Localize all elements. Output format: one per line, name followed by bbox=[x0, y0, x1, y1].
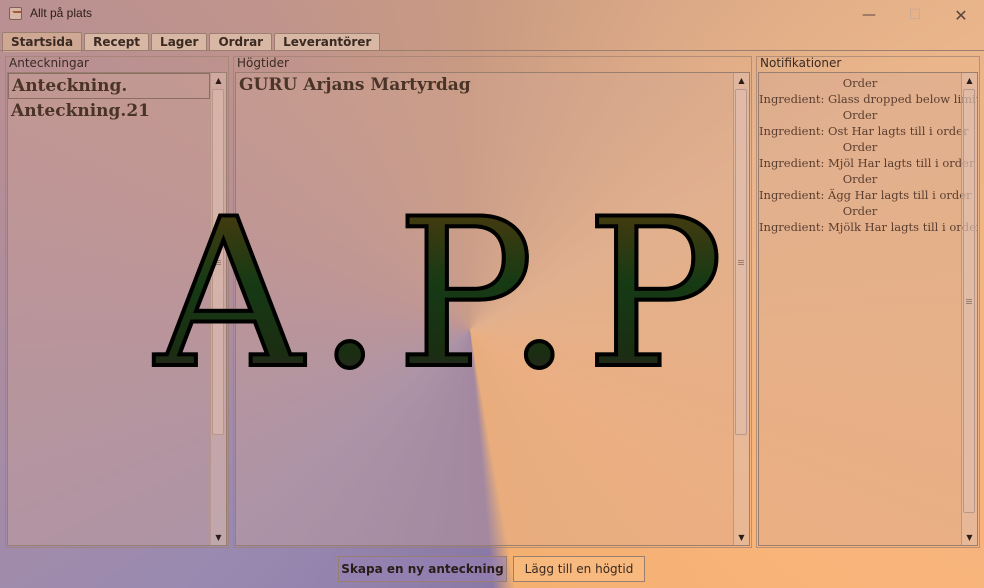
holidays-scrollbar[interactable]: ▲ ▼ bbox=[733, 73, 749, 545]
note-item[interactable]: Anteckning. bbox=[8, 73, 210, 99]
notifications-list[interactable]: Order Ingredient: Glass dropped below li… bbox=[758, 72, 978, 546]
scroll-thumb[interactable] bbox=[735, 89, 747, 435]
holiday-item[interactable]: GURU Arjans Martyrdag bbox=[236, 73, 749, 99]
notifications-scrollbar[interactable]: ▲ ▼ bbox=[961, 73, 977, 545]
title-bar: Allt på plats — ☐ ✕ bbox=[0, 0, 984, 30]
notification-item: Order bbox=[842, 172, 878, 186]
tab-divider bbox=[0, 50, 984, 51]
scroll-up-arrow-icon[interactable]: ▲ bbox=[211, 73, 226, 88]
notification-item: Order bbox=[842, 76, 878, 90]
tab-ordrar[interactable]: Ordrar bbox=[209, 33, 273, 51]
notifications-content: Order Ingredient: Glass dropped below li… bbox=[759, 75, 978, 235]
maximize-button[interactable]: ☐ bbox=[892, 0, 938, 30]
scroll-down-arrow-icon[interactable]: ▼ bbox=[962, 530, 977, 545]
notes-scrollbar[interactable]: ▲ ▼ bbox=[210, 73, 226, 545]
notification-item: Order bbox=[842, 108, 878, 122]
minimize-button[interactable]: — bbox=[846, 0, 892, 30]
scroll-up-arrow-icon[interactable]: ▲ bbox=[734, 73, 749, 88]
notification-item: Ingredient: Ägg Har lagts till i order bbox=[759, 188, 972, 202]
notifications-panel-title: Notifikationer bbox=[760, 56, 842, 70]
notification-item: Ingredient: Mjölk Har lagts till i order bbox=[759, 220, 978, 234]
scroll-down-arrow-icon[interactable]: ▼ bbox=[211, 530, 226, 545]
holidays-panel-title: Högtider bbox=[237, 56, 289, 70]
holidays-panel: Högtider GURU Arjans Martyrdag ▲ ▼ bbox=[233, 56, 752, 548]
tab-recept[interactable]: Recept bbox=[84, 33, 150, 51]
notification-item: Ingredient: Ost Har lagts till i order bbox=[759, 124, 969, 138]
notes-panel-title: Anteckningar bbox=[9, 56, 89, 70]
notification-item: Order bbox=[842, 140, 878, 154]
add-holiday-button[interactable]: Lägg till en högtid bbox=[513, 556, 645, 582]
tab-lager[interactable]: Lager bbox=[151, 33, 208, 51]
scroll-down-arrow-icon[interactable]: ▼ bbox=[734, 530, 749, 545]
holidays-list[interactable]: GURU Arjans Martyrdag ▲ ▼ bbox=[235, 72, 750, 546]
tab-leverantorer[interactable]: Leverantörer bbox=[274, 33, 381, 51]
scroll-up-arrow-icon[interactable]: ▲ bbox=[962, 73, 977, 88]
note-item[interactable]: Anteckning.21 bbox=[8, 99, 226, 125]
notifications-panel: Notifikationer Order Ingredient: Glass d… bbox=[756, 56, 980, 548]
close-button[interactable]: ✕ bbox=[938, 0, 984, 30]
notification-item: Ingredient: Mjöl Har lagts till i order bbox=[759, 156, 975, 170]
app-icon bbox=[9, 7, 22, 20]
scroll-thumb[interactable] bbox=[212, 89, 224, 435]
window-title: Allt på plats bbox=[30, 6, 93, 20]
notification-item: Ingredient: Glass dropped below limit! bbox=[759, 92, 978, 106]
tab-bar: Startsida Recept Lager Ordrar Leverantör… bbox=[2, 32, 382, 52]
scroll-thumb[interactable] bbox=[963, 89, 975, 513]
notes-list[interactable]: Anteckning. Anteckning.21 ▲ ▼ bbox=[7, 72, 227, 546]
new-note-button[interactable]: Skapa en ny anteckning bbox=[338, 556, 507, 582]
notification-item: Order bbox=[842, 204, 878, 218]
notes-panel: Anteckningar Anteckning. Anteckning.21 ▲… bbox=[5, 56, 229, 548]
tab-startsida[interactable]: Startsida bbox=[2, 32, 83, 52]
